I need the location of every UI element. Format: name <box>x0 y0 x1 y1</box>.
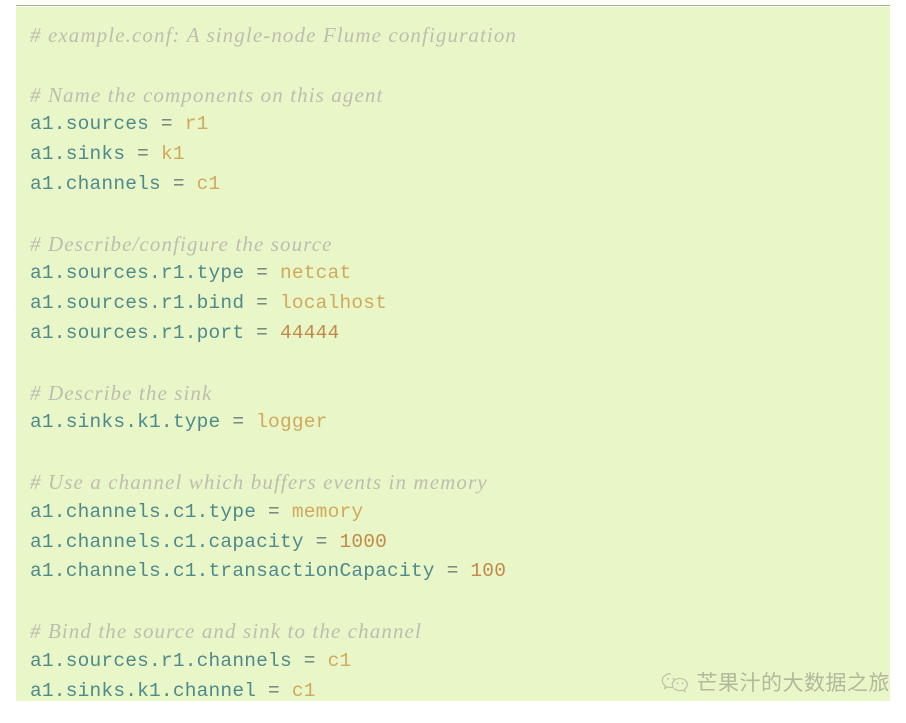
code-token-value: 100 <box>470 560 507 583</box>
code-token-key: a1.channels.c1.capacity <box>30 530 304 553</box>
code-token-key: a1.sinks.k1.channel <box>30 679 257 701</box>
code-token-value: c1 <box>327 649 352 672</box>
code-line: # Use a channel which buffers events in … <box>22 468 890 498</box>
code-token-value: memory <box>291 500 364 523</box>
code-line: a1.channels = c1 <box>22 170 890 200</box>
code-line: a1.sources.r1.port = 44444 <box>22 319 890 349</box>
code-line: # example.conf: A single-node Flume conf… <box>22 21 890 51</box>
code-token-value: logger <box>256 411 328 434</box>
code-token-operator: = <box>244 262 280 285</box>
code-token-key: a1.sources.r1.type <box>30 262 245 285</box>
code-token-value: netcat <box>279 262 352 285</box>
code-token-value: 44444 <box>279 321 340 344</box>
watermark-text: 芒果汁的大数据之旅 <box>696 672 890 695</box>
code-token-operator: = <box>256 679 292 701</box>
code-block: # example.conf: A single-node Flume conf… <box>16 7 890 701</box>
code-line: a1.sources = r1 <box>22 110 890 140</box>
code-token-key: a1.sources.r1.channels <box>30 649 292 672</box>
code-token-key: a1.channels <box>30 172 161 195</box>
code-token-value: r1 <box>184 113 209 136</box>
code-token-comment: # Describe the sink <box>30 380 213 405</box>
code-block-top-rule <box>16 5 890 6</box>
code-token-key: a1.channels.c1.transactionCapacity <box>30 560 435 583</box>
code-token-comment: # Bind the source and sink to the channe… <box>30 618 422 643</box>
code-token-key: a1.sinks <box>30 143 126 166</box>
code-token-key: a1.channels.c1.type <box>30 500 257 523</box>
code-line: # Describe the sink <box>22 379 890 409</box>
code-token-operator: = <box>244 292 280 315</box>
code-token-comment: # Use a channel which buffers events in … <box>30 469 488 494</box>
code-token-comment: # example.conf: A single-node Flume conf… <box>30 23 518 47</box>
code-token-key: a1.sources <box>30 113 150 136</box>
code-token-operator: = <box>434 560 471 583</box>
code-line: a1.sinks = k1 <box>22 140 890 170</box>
code-token-operator: = <box>256 500 292 523</box>
code-token-comment: # Describe/configure the source <box>30 231 333 256</box>
code-line: a1.channels.c1.transactionCapacity = 100 <box>22 557 890 587</box>
code-token-operator: = <box>244 321 280 344</box>
code-line: a1.channels.c1.capacity = 1000 <box>22 528 890 558</box>
code-token-operator: = <box>291 649 328 672</box>
code-line: a1.sinks.k1.type = logger <box>22 408 890 438</box>
code-line: a1.sources.r1.bind = localhost <box>22 289 890 319</box>
code-token-operator: = <box>149 113 185 136</box>
code-line: # Bind the source and sink to the channe… <box>22 617 890 647</box>
code-token-comment: # Name the components on this agent <box>30 82 384 107</box>
code-token-value: c1 <box>291 679 316 701</box>
code-token-value: c1 <box>196 172 221 195</box>
page-root: # example.conf: A single-node Flume conf… <box>0 0 906 723</box>
code-token-value: k1 <box>160 143 185 166</box>
code-token-operator: = <box>303 530 340 553</box>
code-token-key: a1.sinks.k1.type <box>30 411 221 434</box>
code-token-key: a1.sources.r1.port <box>30 321 245 344</box>
watermark: 芒果汁的大数据之旅 <box>660 667 891 697</box>
code-line: a1.sources.r1.type = netcat <box>22 259 890 289</box>
code-token-operator: = <box>125 143 161 166</box>
code-token-key: a1.sources.r1.bind <box>30 292 245 315</box>
code-token-operator: = <box>160 172 197 195</box>
code-line: # Describe/configure the source <box>22 230 890 260</box>
code-line-list: # example.conf: A single-node Flume conf… <box>22 21 890 701</box>
wechat-icon <box>660 671 690 694</box>
code-line: a1.channels.c1.type = memory <box>22 498 890 528</box>
code-line: # Name the components on this agent <box>22 81 890 111</box>
code-token-value: localhost <box>279 292 388 315</box>
code-token-operator: = <box>220 411 257 434</box>
code-token-value: 1000 <box>339 530 388 553</box>
